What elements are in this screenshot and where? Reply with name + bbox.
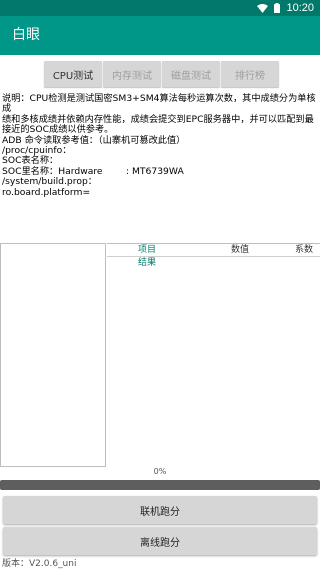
tab-bar: CPU测试 内存测试 磁盘测试 排行榜 (0, 61, 320, 87)
progress-percent: 0% (153, 467, 167, 476)
app-title: 白眼 (12, 27, 40, 43)
online-benchmark-button[interactable]: 联机跑分 (3, 496, 317, 524)
tab-disk-test[interactable]: 磁盘测试 (162, 61, 220, 87)
status-bar: 10:20 (0, 0, 320, 16)
column-value-header: 数值 (231, 245, 250, 255)
description-line: ro.board.platform= (2, 186, 91, 198)
results-table-header: 项目 数值 系数 (107, 243, 320, 256)
result-label: 结果 (138, 258, 157, 268)
description-text: 说明：CPU检测是测试国密SM3+SM4算法每秒运算次数，其中成绩分为单核成 绩和… (2, 93, 318, 198)
column-item-header: 项目 (138, 245, 157, 255)
result-row: 结果 (107, 256, 320, 269)
tab-leaderboard[interactable]: 排行榜 (221, 61, 279, 87)
status-time: 10:20 (286, 2, 314, 14)
left-panel (0, 243, 106, 467)
tab-cpu-test[interactable]: CPU测试 (44, 61, 102, 87)
battery-icon (274, 3, 281, 13)
description-line: 说明：CPU检测是测试国密SM3+SM4算法每秒运算次数，其中成绩分为单核成 (2, 93, 316, 115)
column-coefficient-header: 系数 (295, 245, 314, 255)
version-text: 版本：V2.0.6_uni (2, 559, 77, 569)
app-bar: 白眼 (0, 16, 320, 55)
wifi-icon (257, 3, 269, 13)
progress-bar (0, 480, 320, 490)
offline-benchmark-button[interactable]: 离线跑分 (3, 527, 317, 555)
tab-memory-test[interactable]: 内存测试 (103, 61, 161, 87)
status-icons: 10:20 (257, 0, 314, 16)
